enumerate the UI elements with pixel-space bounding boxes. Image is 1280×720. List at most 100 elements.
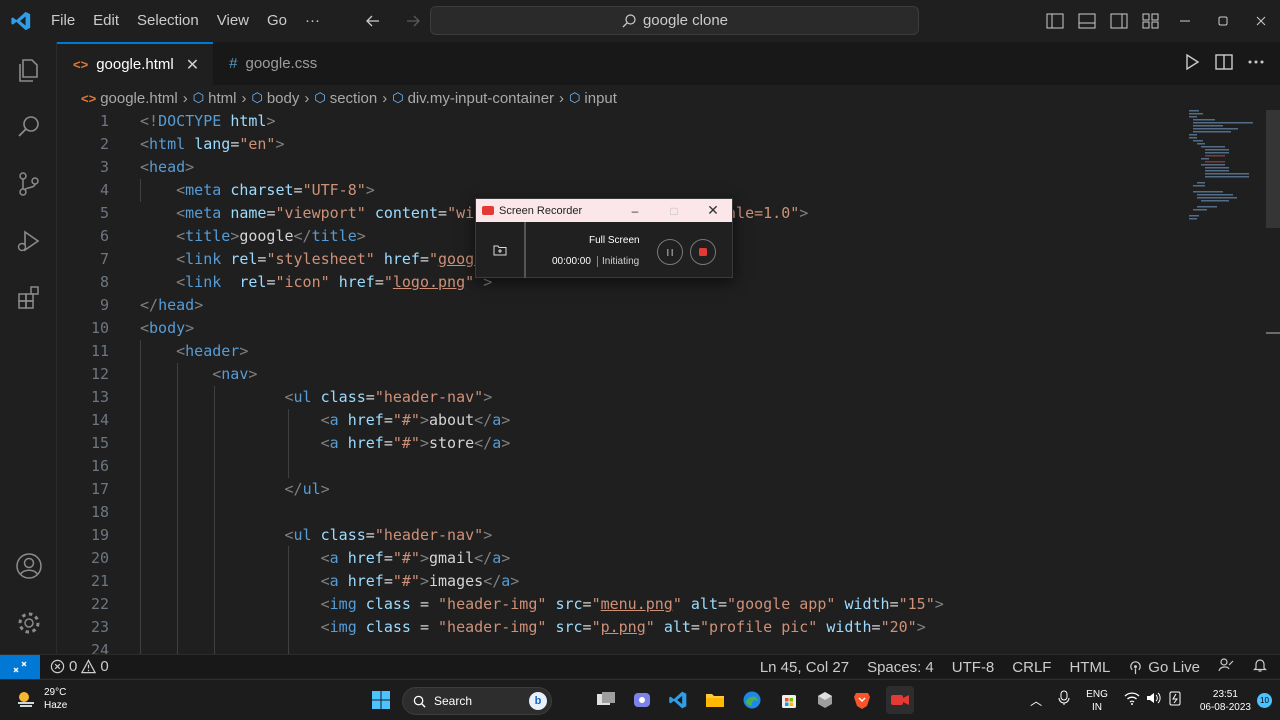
back-arrow-icon[interactable] bbox=[360, 8, 386, 34]
problems-indicator[interactable]: 0 0 bbox=[40, 658, 109, 675]
toggle-secondary-sidebar-icon[interactable] bbox=[1108, 10, 1130, 32]
breadcrumb-item[interactable]: ⬡ body bbox=[251, 90, 299, 107]
chevron-right-icon: › bbox=[241, 89, 247, 107]
menu-file[interactable]: File bbox=[42, 6, 84, 36]
microphone-icon[interactable] bbox=[1058, 690, 1070, 711]
remote-indicator-icon[interactable] bbox=[0, 654, 40, 679]
volume-icon[interactable] bbox=[1146, 691, 1162, 710]
brave-browser-icon[interactable] bbox=[850, 688, 874, 712]
warning-count: 0 bbox=[100, 658, 109, 675]
show-hidden-icons-icon[interactable]: ︿ bbox=[1030, 692, 1042, 709]
code-text: <ul class="header-nav"> bbox=[284, 526, 493, 544]
weather-temperature: 29°C bbox=[44, 687, 67, 698]
split-editor-icon[interactable] bbox=[1214, 52, 1234, 77]
notification-badge[interactable]: 10 bbox=[1257, 693, 1272, 708]
windows-start-icon[interactable] bbox=[369, 688, 393, 712]
wifi-icon[interactable] bbox=[1124, 691, 1140, 710]
minimize-window-icon[interactable] bbox=[1166, 0, 1204, 42]
menu-selection[interactable]: Selection bbox=[128, 6, 208, 36]
code-text: <!DOCTYPE html> bbox=[140, 112, 276, 130]
menu-go[interactable]: Go bbox=[258, 6, 296, 36]
recorder-maximize-icon[interactable]: □ bbox=[661, 199, 687, 222]
recorder-title: Screen Recorder bbox=[499, 204, 583, 217]
recorder-minimize-icon[interactable]: – bbox=[622, 199, 648, 222]
toggle-primary-sidebar-icon[interactable] bbox=[1044, 10, 1066, 32]
run-icon[interactable] bbox=[1182, 52, 1202, 77]
recorder-status: Initiating bbox=[597, 256, 639, 267]
input-language[interactable]: ENG IN bbox=[1086, 688, 1108, 714]
code-text: <a href="#">gmail</a> bbox=[320, 549, 511, 567]
breadcrumb-item[interactable]: ⬡ input bbox=[569, 90, 617, 107]
restore-window-icon[interactable] bbox=[1204, 0, 1242, 42]
weather-widget[interactable]: 29°C Haze bbox=[14, 686, 67, 712]
settings-gear-icon[interactable] bbox=[12, 606, 46, 640]
microsoft-store-icon[interactable] bbox=[777, 688, 801, 712]
code-line: 11 <header> bbox=[57, 340, 1263, 363]
command-center-search[interactable]: google clone bbox=[430, 6, 919, 35]
accounts-icon[interactable] bbox=[12, 549, 46, 583]
forward-arrow-icon[interactable] bbox=[400, 8, 426, 34]
edge-browser-icon[interactable] bbox=[740, 688, 764, 712]
recorder-folder-icon[interactable] bbox=[476, 222, 526, 278]
tab-label: google.html bbox=[96, 56, 174, 73]
run-debug-icon[interactable] bbox=[12, 224, 46, 258]
go-live-button[interactable]: Go Live bbox=[1128, 659, 1200, 676]
battery-icon[interactable] bbox=[1168, 690, 1182, 711]
tab-google-html[interactable]: <> google.html ✕ bbox=[57, 42, 214, 85]
code-text: <link rel="icon" href="logo.png" > bbox=[176, 273, 493, 291]
recorder-pause-button[interactable] bbox=[657, 239, 683, 265]
recorder-close-icon[interactable]: ✕ bbox=[700, 199, 726, 222]
breadcrumb-item[interactable]: ⬡ section bbox=[314, 90, 377, 107]
account-feedback-icon[interactable] bbox=[1218, 657, 1234, 677]
breadcrumb-item[interactable]: ⬡ html bbox=[193, 90, 237, 107]
vscode-taskbar-icon[interactable] bbox=[666, 688, 690, 712]
extensions-icon[interactable] bbox=[12, 281, 46, 315]
recorder-title-bar[interactable]: Screen Recorder – □ ✕ bbox=[476, 199, 732, 222]
menu-more[interactable]: ··· bbox=[296, 6, 329, 36]
indentation[interactable]: Spaces: 4 bbox=[867, 659, 934, 676]
customize-layout-icon[interactable] bbox=[1140, 10, 1162, 32]
file-explorer-icon[interactable] bbox=[703, 688, 727, 712]
scrollbar-thumb[interactable] bbox=[1266, 110, 1280, 228]
recorder-body: Full Screen 00:00:00 Initiating bbox=[476, 222, 732, 278]
breadcrumb-item[interactable]: <> google.html bbox=[81, 90, 178, 107]
error-icon bbox=[50, 659, 65, 674]
taskbar-search[interactable]: Search b bbox=[402, 687, 552, 715]
language-mode[interactable]: HTML bbox=[1069, 659, 1110, 676]
breadcrumb-item[interactable]: ⬡ div.my-input-container bbox=[392, 90, 554, 107]
source-control-icon[interactable] bbox=[12, 167, 46, 201]
close-tab-icon[interactable]: ✕ bbox=[186, 55, 199, 75]
minimap[interactable] bbox=[1185, 110, 1255, 230]
menu-edit[interactable]: Edit bbox=[84, 6, 128, 36]
bing-icon: b bbox=[529, 692, 547, 710]
scrollbar-marker bbox=[1266, 332, 1280, 334]
weather-condition: Haze bbox=[44, 700, 68, 711]
end-of-line[interactable]: CRLF bbox=[1012, 659, 1051, 676]
tab-google-css[interactable]: # google.css bbox=[213, 42, 331, 85]
task-view-icon[interactable] bbox=[594, 688, 618, 712]
close-window-icon[interactable] bbox=[1242, 0, 1280, 42]
screen-recorder-window[interactable]: Screen Recorder – □ ✕ Full Screen 00:00:… bbox=[475, 198, 733, 278]
menu-view[interactable]: View bbox=[208, 6, 258, 36]
search-icon bbox=[413, 695, 426, 708]
more-actions-icon[interactable] bbox=[1246, 52, 1266, 77]
notifications-bell-icon[interactable] bbox=[1252, 657, 1268, 677]
stop-icon bbox=[699, 248, 707, 256]
code-line: 19 <ul class="header-nav"> bbox=[57, 524, 1263, 547]
screen-recorder-taskbar-icon[interactable] bbox=[886, 686, 914, 714]
vertical-scrollbar[interactable] bbox=[1266, 110, 1280, 654]
explorer-icon[interactable] bbox=[12, 53, 46, 87]
recorder-timer: 00:00:00 bbox=[552, 256, 591, 267]
app-cube-icon[interactable] bbox=[813, 688, 837, 712]
vscode-logo-icon bbox=[0, 0, 42, 42]
code-line: 1 <!DOCTYPE html> bbox=[57, 110, 1263, 133]
cursor-position[interactable]: Ln 45, Col 27 bbox=[760, 659, 849, 676]
toggle-panel-icon[interactable] bbox=[1076, 10, 1098, 32]
code-editor[interactable]: 1 <!DOCTYPE html> 2 <html lang="en"> 3 <hea… bbox=[57, 110, 1263, 654]
recorder-stop-button[interactable] bbox=[690, 239, 716, 265]
teams-chat-icon[interactable] bbox=[630, 688, 654, 712]
clock[interactable]: 23:51 06-08-2023 bbox=[1200, 688, 1251, 714]
search-view-icon[interactable] bbox=[12, 110, 46, 144]
file-encoding[interactable]: UTF-8 bbox=[952, 659, 995, 676]
code-line: 9 </head> bbox=[57, 294, 1263, 317]
